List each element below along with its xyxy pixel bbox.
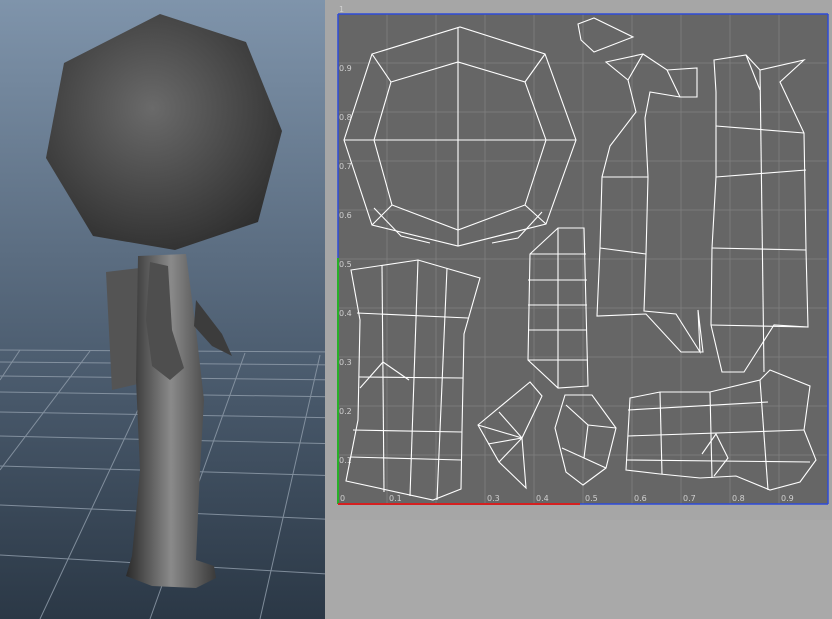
v-tick-label: 0.9 <box>339 64 352 73</box>
u-tick-label: 0.4 <box>536 494 549 503</box>
v-tick-label: 0.7 <box>339 162 352 171</box>
u-tick-label: 0.3 <box>487 494 500 503</box>
v-tick-label: 0.2 <box>339 407 352 416</box>
v-tick-label: 0.5 <box>339 260 352 269</box>
u-tick-label: 0.7 <box>683 494 696 503</box>
u-tick-label: 0.1 <box>389 494 402 503</box>
v-tick-label: 0.4 <box>339 309 352 318</box>
uv-texture-editor[interactable]: 0 0.1 0.3 0.4 0.5 0.6 0.7 0.8 0.9 1 0.9 0.8 0.7 0.6 0… <box>325 0 832 619</box>
perspective-viewport[interactable] <box>0 0 345 619</box>
v-tick-label: 1 <box>339 5 344 14</box>
u-tick-label: 0.5 <box>585 494 598 503</box>
u-tick-label: 0 <box>340 494 345 503</box>
u-tick-label: 0.8 <box>732 494 745 503</box>
u-tick-label: 0.6 <box>634 494 647 503</box>
v-tick-label: 0.3 <box>339 358 352 367</box>
u-tick-label: 0.9 <box>781 494 794 503</box>
v-tick-label: 0.6 <box>339 211 352 220</box>
